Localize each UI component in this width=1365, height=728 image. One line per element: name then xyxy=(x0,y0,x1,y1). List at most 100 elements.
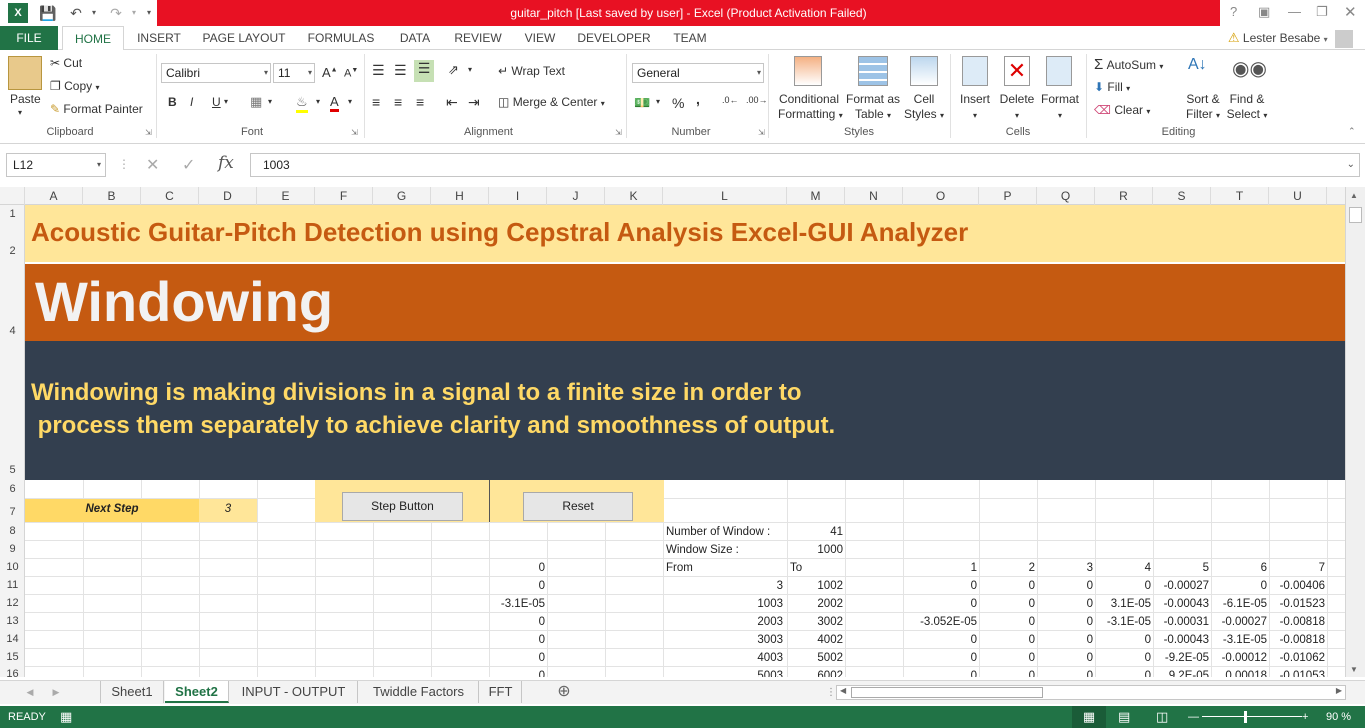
table-cell[interactable]: 5 xyxy=(1153,559,1209,577)
percent-button[interactable]: % xyxy=(672,95,684,111)
column-header[interactable]: L xyxy=(663,187,787,205)
chevron-down-icon[interactable]: ▾ xyxy=(468,65,472,74)
column-header[interactable]: H xyxy=(431,187,489,205)
chevron-down-icon[interactable]: ▾ xyxy=(224,97,228,106)
reset-button[interactable]: Reset xyxy=(523,492,633,521)
chevron-down-icon[interactable]: ▾ xyxy=(316,97,320,106)
tab-insert[interactable]: INSERT xyxy=(132,26,186,50)
column-header[interactable]: G xyxy=(373,187,431,205)
minimize-icon[interactable]: — xyxy=(1288,4,1301,19)
sort-filter-icon[interactable]: A↓ xyxy=(1188,56,1207,74)
dialog-launcher-icon[interactable]: ⇲ xyxy=(615,128,622,137)
table-cell[interactable]: 0 xyxy=(489,559,545,577)
number-format-select[interactable]: General ▾ xyxy=(632,63,764,83)
insert-cells-icon[interactable] xyxy=(962,56,988,86)
tab-review[interactable]: REVIEW xyxy=(450,26,506,50)
column-header[interactable]: I xyxy=(489,187,547,205)
zoom-slider-thumb[interactable] xyxy=(1244,711,1247,723)
dialog-launcher-icon[interactable]: ⇲ xyxy=(351,128,358,137)
column-header[interactable]: A xyxy=(25,187,83,205)
column-header[interactable]: E xyxy=(257,187,315,205)
redo-icon[interactable]: ↷ xyxy=(106,3,126,23)
tab-file[interactable]: FILE xyxy=(0,26,58,50)
wrap-text-button[interactable]: ↵ Wrap Text xyxy=(498,64,565,78)
column-header[interactable]: D xyxy=(199,187,257,205)
enter-icon[interactable]: ✓ xyxy=(182,155,195,175)
borders-icon[interactable]: ▦ xyxy=(250,94,262,110)
row-header[interactable]: 15 xyxy=(0,651,25,663)
underline-button[interactable]: U xyxy=(212,95,221,109)
zoom-level[interactable]: 90 % xyxy=(1326,706,1351,728)
dialog-launcher-icon[interactable]: ⇲ xyxy=(145,128,152,137)
scroll-up-icon[interactable]: ▲ xyxy=(1350,191,1358,200)
vertical-scrollbar[interactable]: ▲ ▼ xyxy=(1345,187,1365,677)
scroll-left-icon[interactable]: ◀ xyxy=(840,686,846,695)
cell-styles-icon[interactable] xyxy=(910,56,938,86)
expand-formula-icon[interactable]: ⌄ xyxy=(1347,154,1355,176)
horizontal-scrollbar[interactable]: ◀ ▶ xyxy=(836,685,1346,700)
font-size-select[interactable]: 11 ▾ xyxy=(273,63,315,83)
dialog-launcher-icon[interactable]: ⇲ xyxy=(758,128,765,137)
paste-icon[interactable] xyxy=(8,56,42,90)
clear-button[interactable]: ⌫ Clear ▾ xyxy=(1094,103,1150,117)
undo-icon[interactable]: ↶ xyxy=(66,3,86,23)
tab-home[interactable]: HOME xyxy=(62,26,124,51)
normal-view-icon[interactable]: ▦ xyxy=(1072,706,1106,728)
copy-button[interactable]: ❐ Copy ▾ xyxy=(50,79,99,93)
increase-indent-icon[interactable]: ⇥ xyxy=(468,94,480,111)
column-header[interactable]: N xyxy=(845,187,903,205)
merge-center-button[interactable]: ◫ Merge & Center ▾ xyxy=(498,95,605,109)
sheet-tab[interactable]: Twiddle Factors xyxy=(359,681,479,703)
row-header[interactable]: 6 xyxy=(0,483,25,495)
align-center-icon[interactable]: ≡ xyxy=(394,94,402,110)
sheet-tab[interactable]: FFT xyxy=(480,681,522,703)
delete-cells-icon[interactable]: ✕ xyxy=(1004,56,1030,86)
ribbon-display-icon[interactable]: ▣ xyxy=(1258,4,1270,20)
row-header[interactable]: 4 xyxy=(0,325,25,337)
save-icon[interactable]: 💾 xyxy=(38,3,58,23)
table-cell[interactable]: 6 xyxy=(1211,559,1267,577)
chevron-down-icon[interactable]: ▾ xyxy=(348,97,352,106)
align-left-icon[interactable]: ≡ xyxy=(372,94,380,110)
row-header[interactable]: 13 xyxy=(0,615,25,627)
scroll-down-icon[interactable]: ▼ xyxy=(1350,665,1358,674)
column-header[interactable]: S xyxy=(1153,187,1211,205)
row-header[interactable]: 1 xyxy=(0,208,25,220)
table-cell[interactable]: 1 xyxy=(903,559,977,577)
grow-font-icon[interactable]: A▲ xyxy=(322,65,338,80)
fill-color-icon[interactable]: ♨ xyxy=(296,94,308,113)
row-header[interactable]: 10 xyxy=(0,561,25,573)
binoculars-icon[interactable]: ◉◉ xyxy=(1232,56,1267,81)
font-color-icon[interactable]: A xyxy=(330,94,339,112)
scroll-right-icon[interactable]: ▶ xyxy=(1336,686,1342,695)
bold-button[interactable]: B xyxy=(168,95,177,109)
row-header[interactable]: 2 xyxy=(0,245,25,257)
column-header[interactable]: P xyxy=(979,187,1037,205)
sort-filter-button[interactable]: Sort & Filter ▾ xyxy=(1184,92,1222,123)
align-middle-icon[interactable]: ☰ xyxy=(394,62,407,79)
align-right-icon[interactable]: ≡ xyxy=(416,94,424,110)
table-cell[interactable]: 2 xyxy=(979,559,1035,577)
tab-data[interactable]: DATA xyxy=(392,26,438,50)
add-sheet-icon[interactable]: ⊕ xyxy=(552,681,576,703)
scroll-thumb[interactable] xyxy=(851,687,1043,698)
row-header[interactable]: 14 xyxy=(0,633,25,645)
column-header[interactable]: B xyxy=(83,187,141,205)
column-header[interactable]: Q xyxy=(1037,187,1095,205)
tab-developer[interactable]: DEVELOPER xyxy=(574,26,654,50)
column-header[interactable]: T xyxy=(1211,187,1269,205)
table-cell[interactable]: 4 xyxy=(1095,559,1151,577)
tab-formulas[interactable]: FORMULAS xyxy=(302,26,380,50)
sheet-tab[interactable]: INPUT - OUTPUT xyxy=(230,681,358,703)
sheet-tab-active[interactable]: Sheet2 xyxy=(165,681,229,703)
window-size-value[interactable]: 1000 xyxy=(787,541,843,559)
close-icon[interactable]: ✕ xyxy=(1344,3,1357,21)
collapse-ribbon-icon[interactable]: ⌃ xyxy=(1348,126,1356,137)
delete-cells-button[interactable]: Delete ▾ xyxy=(998,92,1036,123)
conditional-formatting-button[interactable]: Conditional Formatting ▾ xyxy=(778,92,843,123)
scroll-right-icon[interactable]: ▶ xyxy=(50,681,62,703)
italic-button[interactable]: I xyxy=(190,95,193,109)
decrease-indent-icon[interactable]: ⇤ xyxy=(446,94,458,111)
find-select-button[interactable]: Find & Select ▾ xyxy=(1226,92,1268,123)
table-cell[interactable]: 3 xyxy=(1037,559,1093,577)
